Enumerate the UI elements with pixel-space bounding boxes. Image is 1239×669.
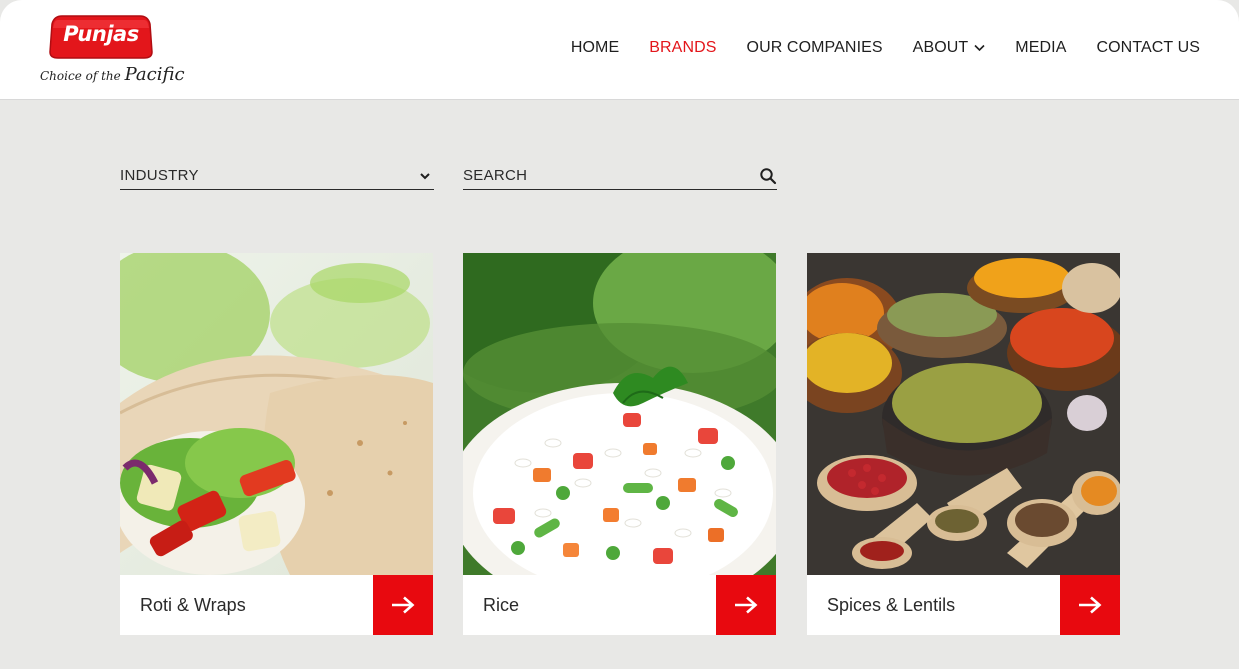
logo-tagline: Choice of the Pacific (40, 64, 185, 85)
arrow-right-icon (735, 596, 758, 614)
card-footer: Rice (463, 575, 776, 635)
card-arrow-button[interactable] (1060, 575, 1120, 635)
nav-our-companies-label: OUR COMPANIES (746, 39, 883, 56)
card-title: Roti & Wraps (140, 595, 246, 615)
nav-our-companies[interactable]: OUR COMPANIES (747, 39, 883, 57)
nav-home-label: HOME (570, 39, 620, 56)
category-card-roti-wraps[interactable]: Roti & Wraps (120, 253, 433, 635)
card-arrow-button[interactable] (373, 575, 433, 635)
nav-about[interactable]: ABOUT (913, 39, 986, 57)
nav-brands-label: BRANDS (649, 39, 717, 56)
industry-select-label: INDUSTRY (120, 167, 199, 184)
nav-contact-us-label: CONTACT US (1096, 39, 1200, 56)
nav-home[interactable]: HOME (571, 39, 619, 57)
search-icon[interactable] (759, 167, 777, 185)
punjas-logo[interactable]: Punjas Choice of the Pacific (38, 14, 185, 86)
nav-brands[interactable]: BRANDS (649, 39, 716, 57)
arrow-right-icon (1079, 596, 1102, 614)
page: Punjas Choice of the Pacific HOME BRANDS… (0, 0, 1239, 669)
spices-photo (807, 253, 1120, 575)
category-card-rice[interactable]: Rice (463, 253, 776, 635)
arrow-right-icon (392, 596, 415, 614)
tagline-prefix: Choice of the (40, 69, 121, 83)
nav-media-label: MEDIA (1015, 39, 1067, 56)
chevron-down-icon (974, 44, 985, 52)
card-footer: Spices & Lentils (807, 575, 1120, 635)
card-arrow-button[interactable] (716, 575, 776, 635)
category-card-spices-lentils[interactable]: Spices & Lentils (807, 253, 1120, 635)
search-input[interactable] (463, 167, 733, 184)
tagline-script: Pacific (124, 64, 185, 85)
site-header: Punjas Choice of the Pacific HOME BRANDS… (0, 0, 1239, 100)
card-title: Spices & Lentils (827, 595, 956, 615)
search-field (463, 162, 777, 190)
chevron-down-icon (420, 172, 430, 179)
logo-wordmark: Punjas (63, 22, 139, 46)
card-title: Rice (483, 595, 520, 615)
rice-photo (463, 253, 776, 575)
nav-about-label: ABOUT (912, 39, 969, 56)
card-footer: Roti & Wraps (120, 575, 433, 635)
main-nav: HOME BRANDS OUR COMPANIES ABOUT MEDIA CO… (571, 39, 1200, 57)
wrap-photo (120, 253, 433, 575)
nav-contact-us[interactable]: CONTACT US (1096, 39, 1200, 57)
nav-media[interactable]: MEDIA (1015, 39, 1066, 57)
industry-select[interactable]: INDUSTRY (120, 162, 434, 190)
